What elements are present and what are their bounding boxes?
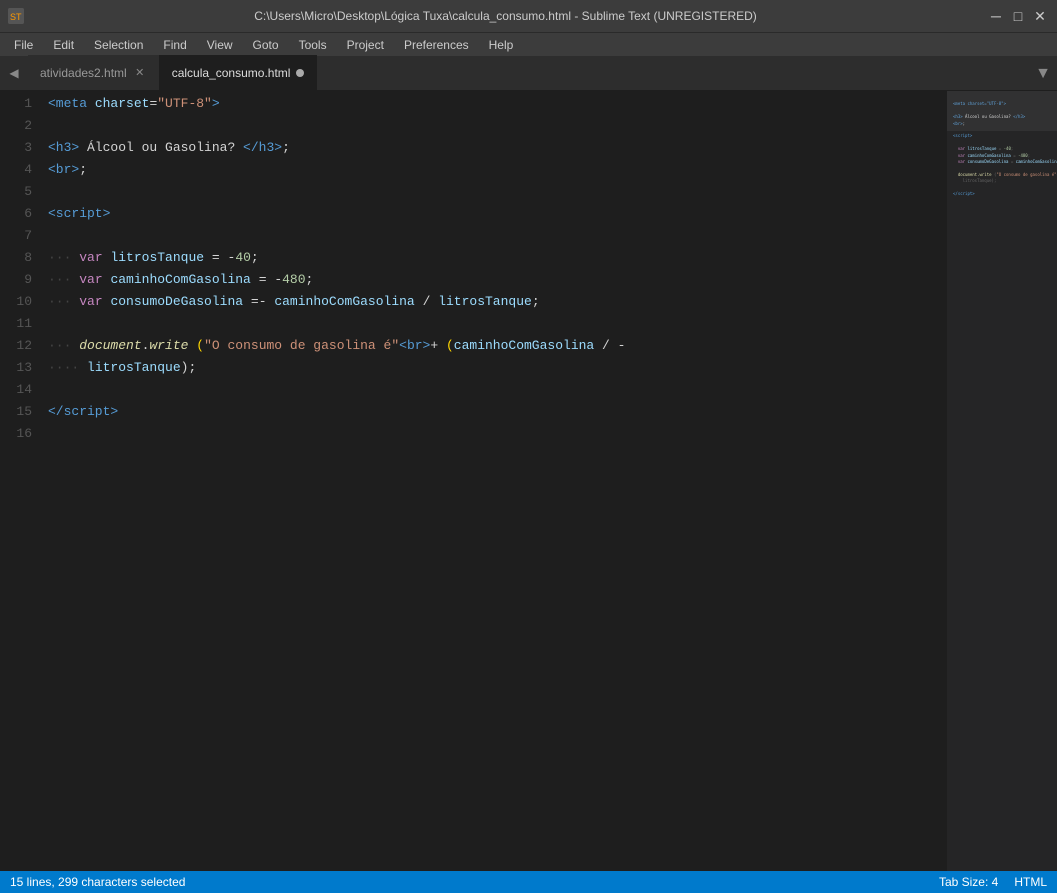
tab-atividades2[interactable]: atividades2.html ✕ xyxy=(28,55,160,90)
line-num-6: 6 xyxy=(0,203,32,225)
code-line-12: ··· document.write ("O consumo de gasoli… xyxy=(48,335,947,357)
maximize-button[interactable]: □ xyxy=(1009,7,1027,25)
svg-text:ST: ST xyxy=(10,12,22,22)
code-line-16 xyxy=(48,423,947,445)
line-num-12: 12 xyxy=(0,335,32,357)
code-line-15: </script> xyxy=(48,401,947,423)
app-icon: ST xyxy=(8,8,24,24)
code-line-11 xyxy=(48,313,947,335)
line-num-1: 1 xyxy=(0,93,32,115)
tab-label-active: calcula_consumo.html xyxy=(172,66,291,80)
code-line-4: <br>; xyxy=(48,159,947,181)
status-right: Tab Size: 4 HTML xyxy=(939,875,1047,889)
menu-preferences[interactable]: Preferences xyxy=(394,33,479,56)
title-bar: ST C:\Users\Micro\Desktop\Lógica Tuxa\ca… xyxy=(0,0,1057,32)
tab-bar: ◀ atividades2.html ✕ calcula_consumo.htm… xyxy=(0,56,1057,91)
minimap: <meta charset="UTF-8"> <h3> Álcool ou Ga… xyxy=(947,91,1057,871)
menu-tools[interactable]: Tools xyxy=(289,33,337,56)
minimize-button[interactable]: ─ xyxy=(987,7,1005,25)
menu-file[interactable]: File xyxy=(4,33,43,56)
menu-project[interactable]: Project xyxy=(337,33,394,56)
code-line-7 xyxy=(48,225,947,247)
line-num-3: 3 xyxy=(0,137,32,159)
tab-scroll-left[interactable]: ◀ xyxy=(0,55,28,90)
code-line-1: <meta charset="UTF-8"> xyxy=(48,93,947,115)
status-left: 15 lines, 299 characters selected xyxy=(10,875,185,889)
code-editor[interactable]: <meta charset="UTF-8"> <h3> Álcool ou Ga… xyxy=(42,91,947,871)
window-controls: ─ □ ✕ xyxy=(987,7,1049,25)
code-line-13: ···· litrosTanque); xyxy=(48,357,947,379)
editor-main: 1 2 3 4 5 6 7 8 9 10 11 12 13 14 15 16 <… xyxy=(0,91,1057,871)
tab-close-atividades2[interactable]: ✕ xyxy=(133,66,147,80)
line-num-15: 15 xyxy=(0,401,32,423)
menu-selection[interactable]: Selection xyxy=(84,33,153,56)
status-language[interactable]: HTML xyxy=(1014,875,1047,889)
code-line-3: <h3> Álcool ou Gasolina? </h3>; xyxy=(48,137,947,159)
line-num-4: 4 xyxy=(0,159,32,181)
close-button[interactable]: ✕ xyxy=(1031,7,1049,25)
line-num-5: 5 xyxy=(0,181,32,203)
code-line-5 xyxy=(48,181,947,203)
menu-find[interactable]: Find xyxy=(153,33,196,56)
line-num-11: 11 xyxy=(0,313,32,335)
menu-edit[interactable]: Edit xyxy=(43,33,84,56)
code-line-8: ··· var litrosTanque = -40; xyxy=(48,247,947,269)
code-line-2 xyxy=(48,115,947,137)
status-selection: 15 lines, 299 characters selected xyxy=(10,875,185,889)
menu-help[interactable]: Help xyxy=(479,33,524,56)
line-num-8: 8 xyxy=(0,247,32,269)
line-numbers: 1 2 3 4 5 6 7 8 9 10 11 12 13 14 15 16 xyxy=(0,91,42,871)
code-line-6: <script> xyxy=(48,203,947,225)
line-num-2: 2 xyxy=(0,115,32,137)
tab-modified-dot xyxy=(296,69,304,77)
line-num-16: 16 xyxy=(0,423,32,445)
line-num-14: 14 xyxy=(0,379,32,401)
line-num-13: 13 xyxy=(0,357,32,379)
menu-bar: File Edit Selection Find View Goto Tools… xyxy=(0,32,1057,56)
window-title: C:\Users\Micro\Desktop\Lógica Tuxa\calcu… xyxy=(32,9,979,23)
status-bar: 15 lines, 299 characters selected Tab Si… xyxy=(0,871,1057,893)
tab-label: atividades2.html xyxy=(40,66,127,80)
line-num-7: 7 xyxy=(0,225,32,247)
tab-calcula-consumo[interactable]: calcula_consumo.html xyxy=(160,55,318,90)
status-tabsize[interactable]: Tab Size: 4 xyxy=(939,875,998,889)
minimap-highlight xyxy=(947,91,1057,131)
code-line-9: ··· var caminhoComGasolina = -480; xyxy=(48,269,947,291)
line-num-10: 10 xyxy=(0,291,32,313)
menu-goto[interactable]: Goto xyxy=(243,33,289,56)
menu-view[interactable]: View xyxy=(197,33,243,56)
code-line-14 xyxy=(48,379,947,401)
tab-dropdown[interactable]: ▼ xyxy=(1029,56,1057,91)
code-line-10: ··· var consumoDeGasolina =- caminhoComG… xyxy=(48,291,947,313)
line-num-9: 9 xyxy=(0,269,32,291)
